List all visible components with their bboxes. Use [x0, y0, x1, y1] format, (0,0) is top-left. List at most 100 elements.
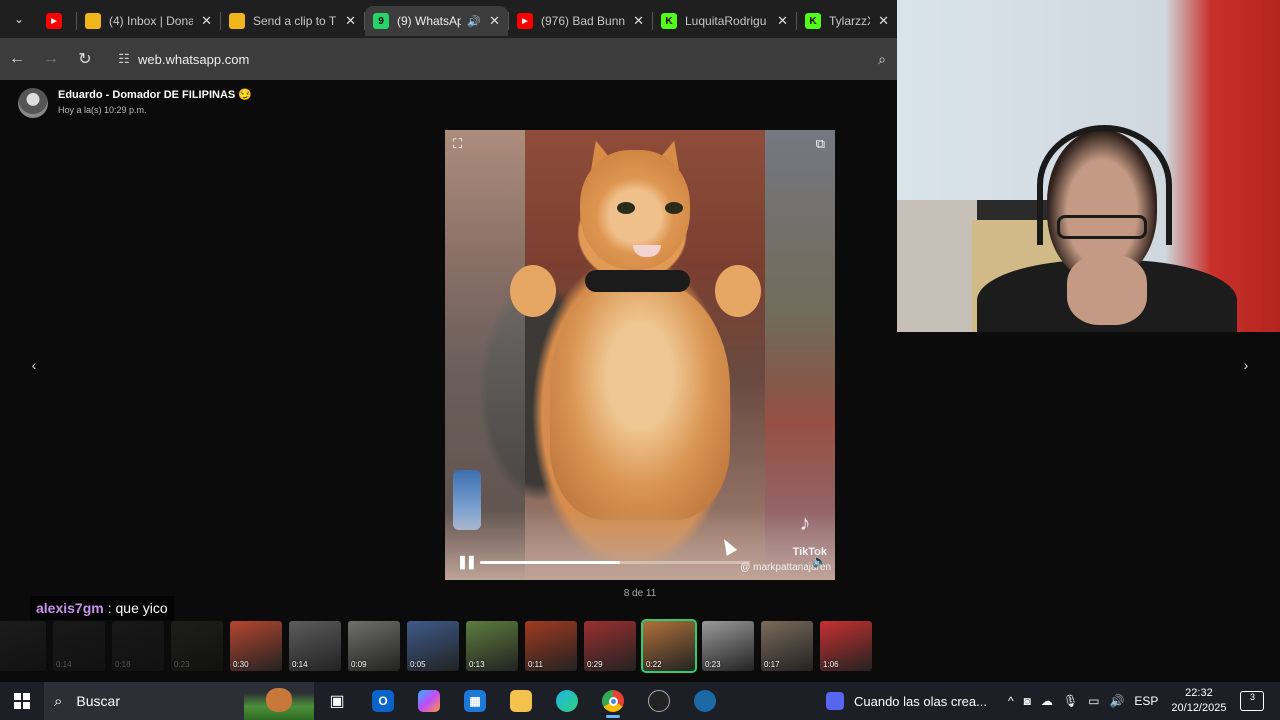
pause-icon[interactable]: ❚❚: [457, 554, 477, 570]
chrome-icon[interactable]: [590, 682, 636, 720]
close-tab-icon[interactable]: ✕: [201, 13, 212, 29]
cat-eye-right: [665, 202, 683, 214]
outlook-icon[interactable]: O: [360, 682, 406, 720]
status-thumbnail[interactable]: 0:22: [641, 619, 697, 673]
status-thumbnail[interactable]: 0:23: [702, 621, 754, 671]
thumbnail-duration: 0:14: [292, 660, 308, 669]
next-status-button[interactable]: ›: [1236, 357, 1256, 377]
status-thumbnail[interactable]: 0:14: [289, 621, 341, 671]
camera-icon[interactable]: ◙: [1024, 694, 1031, 708]
browser-tab[interactable]: K TylarzzX Stream ✕: [797, 6, 897, 36]
browser-tab[interactable]: Send a clip to T ✕: [221, 6, 364, 36]
status-thumbnail[interactable]: 1:06: [820, 621, 872, 671]
store-icon[interactable]: ▦: [452, 682, 498, 720]
webcam-bed: [897, 200, 977, 332]
address-bar[interactable]: ☷ web.whatsapp.com: [110, 43, 867, 75]
clock[interactable]: 22:32 20/12/2025: [1171, 686, 1226, 716]
tab-title: Send a clip to T: [253, 14, 337, 28]
status-thumbnail[interactable]: 0:18: [112, 621, 164, 671]
back-button[interactable]: ←: [0, 42, 34, 76]
windows-taskbar: ⌕ Buscar ▣ O ▦ Cuando las olas crea... ^…: [0, 682, 1280, 720]
tiktok-logo-icon: ♪: [799, 510, 811, 535]
search-label: Buscar: [76, 693, 120, 709]
whatsapp-icon: 9: [373, 13, 389, 29]
windows-start-icon[interactable]: [0, 682, 44, 720]
notification-count: 3: [1249, 692, 1255, 702]
clock-date: 20/12/2025: [1171, 702, 1227, 714]
taskbar-search[interactable]: ⌕ Buscar: [44, 682, 314, 720]
search-zoom-icon[interactable]: ⌕: [867, 51, 897, 68]
fullscreen-icon[interactable]: ⛶: [453, 136, 462, 152]
status-header: Eduardo - Domador DE FILIPINAS 😏 Hoy a l…: [18, 88, 252, 118]
stream-chat-message: alexis7gm : que yico: [30, 596, 174, 620]
status-thumbnail[interactable]: 0:05: [407, 621, 459, 671]
onedrive-icon[interactable]: ☁: [1041, 694, 1053, 708]
thumbnail-duration: 1:06: [823, 660, 839, 669]
close-tab-icon[interactable]: ✕: [489, 13, 500, 29]
network-icon[interactable]: ▭: [1088, 694, 1099, 708]
close-tab-icon[interactable]: ✕: [633, 13, 644, 29]
reload-button[interactable]: ↻: [68, 42, 102, 76]
avatar[interactable]: [18, 88, 48, 118]
status-thumbnail[interactable]: 0:23: [171, 621, 223, 671]
edge-icon[interactable]: [544, 682, 590, 720]
chevron-up-icon[interactable]: ^: [1008, 694, 1014, 708]
microphone-icon[interactable]: 🎙: [1063, 694, 1078, 708]
search-highlight-image: [244, 686, 314, 720]
thumbnail-duration: 0:11: [528, 660, 543, 669]
browser-tab[interactable]: 9 (9) WhatsApp 🔊 ✕: [365, 6, 508, 36]
thumbnail-duration: 0:13: [469, 660, 485, 669]
browser-tab[interactable]: ▶ (976) Bad Bunny ✕: [509, 6, 652, 36]
browser-tab[interactable]: K LuquitaRodrigu ✕: [653, 6, 796, 36]
volume-icon[interactable]: 🔈: [812, 554, 827, 568]
kick-icon: K: [661, 13, 677, 29]
steam-icon[interactable]: [682, 682, 728, 720]
status-thumbnail[interactable]: 0:17: [761, 621, 813, 671]
status-thumbnail[interactable]: 0:30: [230, 621, 282, 671]
close-tab-icon[interactable]: ✕: [777, 13, 788, 29]
browser-tab[interactable]: (4) Inbox | Dona ✕: [77, 6, 220, 36]
video-progress-fill: [480, 561, 621, 564]
thumbnail-duration: 0:17: [764, 660, 780, 669]
status-thumbnail[interactable]: 0:14: [53, 621, 105, 671]
thumbnail-duration: 0:09: [351, 660, 367, 669]
status-thumbnail[interactable]: 0:13: [466, 621, 518, 671]
speaker-icon[interactable]: 🔊: [1109, 694, 1124, 708]
thumbnail-duration: 0:30: [233, 660, 249, 669]
notification-icon[interactable]: 3: [1240, 691, 1265, 711]
video-progress-bar[interactable]: [480, 561, 750, 564]
browser-tab-strip: ⌄ ▶ (4) Inbox | Dona ✕ Send a clip to T ✕ 9 (9…: [0, 0, 897, 38]
status-timestamp: Hoy a la(s) 10:29 p.m.: [58, 105, 147, 115]
previous-status-button[interactable]: ‹: [24, 357, 44, 377]
tab-search-chevron-icon[interactable]: ⌄: [0, 0, 38, 38]
task-view-icon[interactable]: ▣: [314, 682, 360, 720]
obs-icon[interactable]: [636, 682, 682, 720]
contact-name: Eduardo - Domador DE FILIPINAS 😏: [58, 89, 252, 101]
close-tab-icon[interactable]: ✕: [345, 13, 356, 29]
thumbnail-duration: 0:05: [410, 660, 426, 669]
browser-tab[interactable]: ▶: [38, 6, 76, 36]
status-thumbnail[interactable]: 0:11: [525, 621, 577, 671]
site-settings-icon[interactable]: ☷: [110, 51, 138, 67]
status-thumbnail[interactable]: [0, 621, 46, 671]
chat-username: alexis7gm: [36, 600, 104, 616]
status-thumbnail[interactable]: 0:29: [584, 621, 636, 671]
copilot-icon[interactable]: [406, 682, 452, 720]
tab-title: LuquitaRodrigu: [685, 14, 767, 28]
forward-button[interactable]: →: [34, 42, 68, 76]
close-tab-icon[interactable]: ✕: [878, 13, 889, 29]
tab-title: (9) WhatsApp: [397, 14, 462, 28]
tabs-container: ▶ (4) Inbox | Dona ✕ Send a clip to T ✕ 9 (9) …: [38, 2, 897, 36]
status-thumbnail[interactable]: 0:09: [348, 621, 400, 671]
thumbnail-duration: 0:14: [56, 660, 72, 669]
thumbnail-duration: 0:22: [646, 660, 662, 669]
tab-audio-icon[interactable]: 🔊: [467, 15, 481, 28]
file-explorer-icon[interactable]: [498, 682, 544, 720]
language-indicator[interactable]: ESP: [1134, 694, 1158, 708]
status-thumbnails: 0:14 0:18 0:23 0:30 0:14 0:09 0:05 0:13 0:11 0:29…: [0, 619, 1280, 673]
mail-icon: [85, 13, 101, 29]
status-video[interactable]: ⛶ ⧉ ♪ TikTok @ markpattanajaren ❚❚ 🔈: [445, 130, 835, 580]
now-playing[interactable]: Cuando las olas crea...: [826, 692, 987, 710]
media-title: Cuando las olas crea...: [854, 693, 987, 709]
picture-in-picture-icon[interactable]: ⧉: [816, 136, 825, 152]
